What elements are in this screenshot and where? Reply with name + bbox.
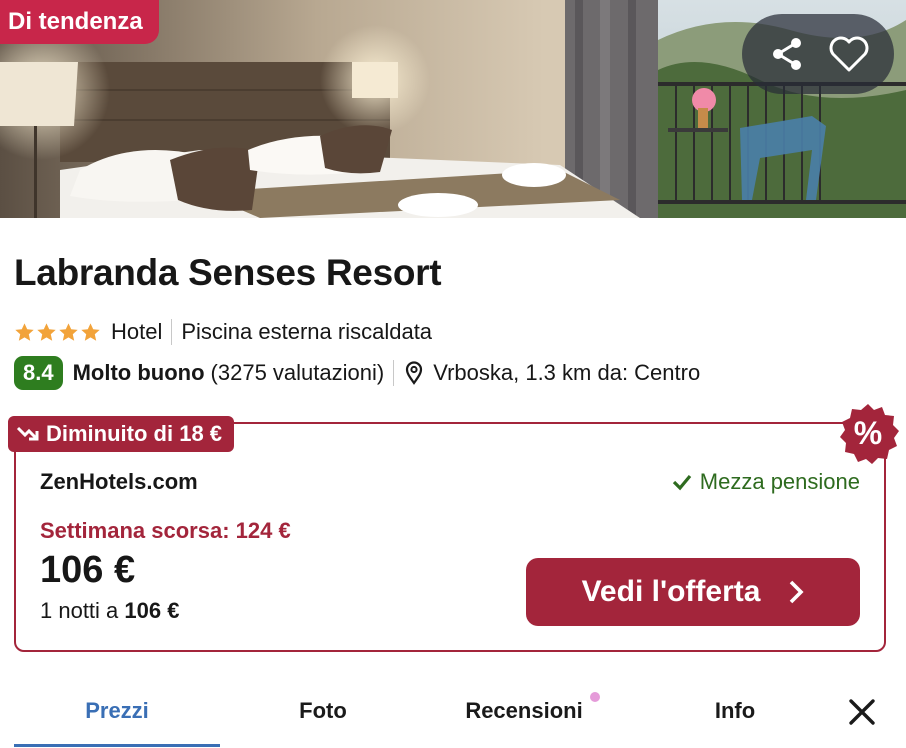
provider-name: ZenHotels.com	[40, 469, 198, 494]
tab-prezzi[interactable]: Prezzi	[14, 698, 220, 724]
checkmark-icon	[672, 474, 692, 491]
hotel-type: Hotel	[111, 319, 163, 344]
nights-price: 106 €	[124, 598, 180, 623]
favorite-button[interactable]	[823, 28, 875, 80]
reviews-count[interactable]: (3275 valutazioni)	[211, 360, 385, 386]
hotel-photo[interactable]: Di tendenza	[0, 0, 906, 218]
trend-down-icon	[16, 426, 39, 441]
view-deal-button[interactable]: Vedi l'offerta	[526, 558, 860, 626]
star-icon	[81, 322, 100, 341]
view-deal-label: Vedi l'offerta	[581, 575, 761, 608]
tab-foto[interactable]: Foto	[222, 698, 424, 724]
close-button[interactable]	[846, 696, 878, 728]
heart-icon	[829, 36, 869, 72]
board-type: Mezza pensione	[672, 469, 860, 495]
tab-info[interactable]: Info	[630, 698, 840, 724]
nights-prefix: 1 notti a	[40, 598, 125, 623]
location-pin-icon	[405, 361, 423, 385]
last-week-price: Settimana scorsa: 124 €	[40, 518, 291, 543]
rating-label[interactable]: Molto buono	[73, 360, 205, 386]
percent-symbol: %	[853, 415, 883, 451]
trending-badge: Di tendenza	[0, 0, 159, 44]
hotel-location[interactable]: Vrboska, 1.3 km da: Centro	[433, 360, 700, 386]
close-icon	[849, 699, 875, 725]
photo-actions	[742, 14, 894, 94]
nights-info: 1 notti a 106 €	[40, 598, 179, 624]
star-icon	[37, 322, 56, 341]
current-price: 106 €	[40, 549, 136, 591]
share-icon	[773, 38, 801, 70]
hotel-category-row: Hotel Piscina esterna riscaldata	[14, 318, 432, 346]
hotel-name[interactable]: Labranda Senses Resort	[14, 252, 442, 294]
star-icon	[59, 322, 78, 341]
discount-badge: %	[836, 402, 900, 466]
star-icon	[15, 322, 34, 341]
price-drop-badge: Diminuito di 18 €	[8, 416, 235, 452]
board-label: Mezza pensione	[699, 469, 860, 494]
hotel-rating-row: 8.4 Molto buono (3275 valutazioni) Vrbos…	[14, 356, 700, 390]
active-tab-indicator	[14, 744, 220, 747]
price-drop-text: Diminuito di 18 €	[46, 421, 223, 446]
divider	[171, 319, 173, 345]
share-button[interactable]	[761, 28, 813, 80]
notification-dot	[590, 692, 600, 702]
rating-score-badge[interactable]: 8.4	[14, 356, 63, 390]
chevron-right-icon	[790, 580, 804, 604]
star-rating	[14, 322, 101, 343]
tab-bar: Prezzi Foto Recensioni Info	[0, 682, 906, 748]
divider	[393, 360, 395, 386]
hotel-feature: Piscina esterna riscaldata	[181, 319, 433, 344]
